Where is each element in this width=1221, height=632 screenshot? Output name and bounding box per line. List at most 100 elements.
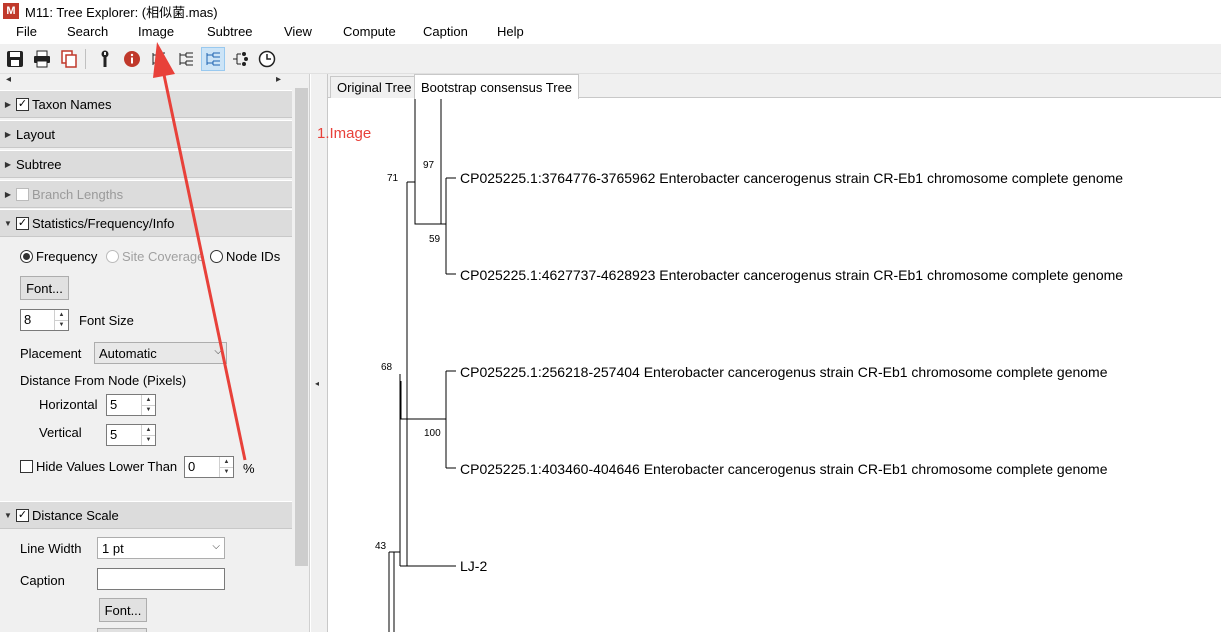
line-width-select[interactable]: 1 pt ⌵ bbox=[97, 537, 225, 559]
radio-node-ids-label: Node IDs bbox=[226, 249, 281, 264]
radio-node-ids[interactable]: Node IDs bbox=[210, 249, 280, 264]
font-button[interactable]: Font... bbox=[20, 276, 69, 300]
annotation-text: 1.Image bbox=[317, 125, 372, 142]
vertical-scrollbar[interactable] bbox=[293, 88, 309, 632]
horizontal-stepper[interactable]: 5 ▲ ▼ bbox=[106, 394, 156, 416]
spin-down-icon[interactable]: ▼ bbox=[55, 321, 68, 331]
hide-values-stepper[interactable]: 0 ▲ ▼ bbox=[184, 456, 234, 478]
bootstrap-value: 71 bbox=[387, 173, 399, 184]
section-subtree[interactable]: ▶ Subtree bbox=[0, 150, 292, 178]
hide-values-checkbox[interactable] bbox=[20, 460, 33, 473]
expand-arrow-icon[interactable]: ▶ bbox=[0, 130, 16, 139]
spin-down-icon[interactable]: ▼ bbox=[220, 468, 233, 478]
distance-scale-checkbox[interactable]: ✓ bbox=[16, 508, 29, 522]
vertical-value[interactable]: 5 bbox=[107, 425, 141, 445]
scroll-right-icon[interactable]: ▸ bbox=[276, 74, 281, 85]
menu-image[interactable]: Image bbox=[138, 24, 174, 39]
collapse-left-icon[interactable]: ◂ bbox=[315, 379, 319, 388]
branch-lengths-checkbox[interactable] bbox=[16, 187, 29, 201]
menu-search[interactable]: Search bbox=[67, 24, 108, 39]
expand-arrow-icon[interactable]: ▶ bbox=[0, 100, 16, 109]
menu-file[interactable]: File bbox=[16, 24, 37, 39]
taxon-label[interactable]: CP025225.1:256218-257404 Enterobacter ca… bbox=[460, 364, 1108, 380]
collapse-arrow-icon[interactable]: ▼ bbox=[0, 511, 16, 520]
horizontal-value[interactable]: 5 bbox=[107, 395, 141, 415]
section-branch-lengths[interactable]: ▶ Branch Lengths bbox=[0, 180, 292, 208]
spin-up-icon[interactable]: ▲ bbox=[55, 310, 68, 321]
line-width-value: 1 pt bbox=[102, 540, 124, 556]
hide-values-row[interactable]: Hide Values Lower Than bbox=[20, 459, 177, 474]
tree-view[interactable]: Original Tree Bootstrap consensus Tree 9… bbox=[327, 74, 1221, 632]
placement-select[interactable]: Automatic ⌵ bbox=[94, 342, 227, 364]
vertical-stepper[interactable]: 5 ▲ ▼ bbox=[106, 424, 156, 446]
clock-icon[interactable] bbox=[255, 47, 279, 71]
wrench-icon[interactable] bbox=[93, 47, 117, 71]
phylogenetic-tree[interactable]: 97 71 59 68 100 43 CP025225.1:3764776-37… bbox=[328, 74, 1221, 632]
statistics-checkbox[interactable]: ✓ bbox=[16, 216, 29, 230]
expand-arrow-icon[interactable]: ▶ bbox=[0, 160, 16, 169]
taxon-label[interactable]: LJ-2 bbox=[460, 558, 487, 574]
section-label: Statistics/Frequency/Info bbox=[32, 215, 175, 231]
font-size-label: Font Size bbox=[79, 313, 134, 328]
panel-splitter[interactable]: ◂ bbox=[311, 74, 327, 632]
bootstrap-value: 59 bbox=[429, 234, 441, 245]
section-taxon-names[interactable]: ▶ ✓ Taxon Names bbox=[0, 90, 292, 118]
spin-up-icon[interactable]: ▲ bbox=[142, 425, 155, 436]
taxon-label[interactable]: CP025225.1:4627737-4628923 Enterobacter … bbox=[460, 267, 1123, 283]
menu-compute[interactable]: Compute bbox=[343, 24, 396, 39]
spin-up-icon[interactable]: ▲ bbox=[142, 395, 155, 406]
toolbar bbox=[0, 44, 1221, 74]
tree-icon[interactable] bbox=[174, 47, 198, 71]
section-label: Branch Lengths bbox=[32, 186, 124, 202]
spin-down-icon[interactable]: ▼ bbox=[142, 436, 155, 446]
radio-frequency[interactable]: Frequency bbox=[20, 249, 97, 264]
menu-view[interactable]: View bbox=[284, 24, 312, 39]
placement-value: Automatic bbox=[99, 345, 157, 361]
hide-values-value[interactable]: 0 bbox=[185, 457, 219, 477]
bootstrap-value: 43 bbox=[375, 541, 387, 552]
tree-icon[interactable] bbox=[228, 47, 252, 71]
bootstrap-value: 97 bbox=[423, 160, 435, 171]
window-title: M11: Tree Explorer: (相似菌.mas) bbox=[25, 4, 218, 20]
tree-branches bbox=[388, 99, 456, 632]
tree-icon[interactable] bbox=[147, 47, 171, 71]
spin-down-icon[interactable]: ▼ bbox=[142, 406, 155, 416]
title-bar: M M11: Tree Explorer: (相似菌.mas) bbox=[0, 0, 1221, 22]
section-layout[interactable]: ▶ Layout bbox=[0, 120, 292, 148]
vertical-label: Vertical bbox=[39, 425, 82, 440]
copy-icon[interactable] bbox=[57, 47, 81, 71]
caption-input[interactable] bbox=[97, 568, 225, 590]
radio-node-ids-button[interactable] bbox=[210, 250, 223, 263]
font-size-stepper[interactable]: 8 ▲ ▼ bbox=[20, 309, 69, 331]
radio-frequency-label: Frequency bbox=[36, 249, 98, 264]
taxon-names-checkbox[interactable]: ✓ bbox=[16, 97, 29, 111]
taxon-label[interactable]: CP025225.1:3764776-3765962 Enterobacter … bbox=[460, 170, 1123, 186]
radio-frequency-button[interactable] bbox=[20, 250, 33, 263]
tree-icon[interactable] bbox=[201, 46, 225, 71]
next-control[interactable] bbox=[97, 628, 147, 632]
options-panel: ◂ ▸ ▶ ✓ Taxon Names ▶ Layout ▶ Subtree ▶… bbox=[0, 74, 310, 632]
horizontal-label: Horizontal bbox=[39, 397, 98, 412]
collapse-arrow-icon[interactable]: ▼ bbox=[0, 219, 16, 228]
save-icon[interactable] bbox=[3, 47, 27, 71]
info-icon[interactable] bbox=[120, 47, 144, 71]
radio-site-coverage[interactable]: Site Coverage bbox=[106, 249, 204, 264]
scrollbar-thumb[interactable] bbox=[295, 88, 308, 566]
taxon-label[interactable]: CP025225.1:403460-404646 Enterobacter ca… bbox=[460, 461, 1108, 477]
section-distance-scale[interactable]: ▼ ✓ Distance Scale bbox=[0, 501, 292, 529]
print-icon[interactable] bbox=[30, 47, 54, 71]
font-size-value[interactable]: 8 bbox=[21, 310, 54, 330]
expand-arrow-icon[interactable]: ▶ bbox=[0, 190, 16, 199]
section-statistics[interactable]: ▼ ✓ Statistics/Frequency/Info bbox=[0, 209, 292, 237]
distance-font-button[interactable]: Font... bbox=[99, 598, 147, 622]
mega-app-icon: M bbox=[3, 3, 19, 19]
radio-site-coverage-button[interactable] bbox=[106, 250, 119, 263]
menu-caption[interactable]: Caption bbox=[423, 24, 468, 39]
menu-help[interactable]: Help bbox=[497, 24, 524, 39]
menu-subtree[interactable]: Subtree bbox=[207, 24, 253, 39]
section-label: Subtree bbox=[16, 156, 62, 172]
horizontal-scrollbar[interactable]: ◂ ▸ bbox=[0, 74, 309, 88]
section-label: Layout bbox=[16, 126, 56, 142]
scroll-left-icon[interactable]: ◂ bbox=[6, 74, 11, 85]
spin-up-icon[interactable]: ▲ bbox=[220, 457, 233, 468]
